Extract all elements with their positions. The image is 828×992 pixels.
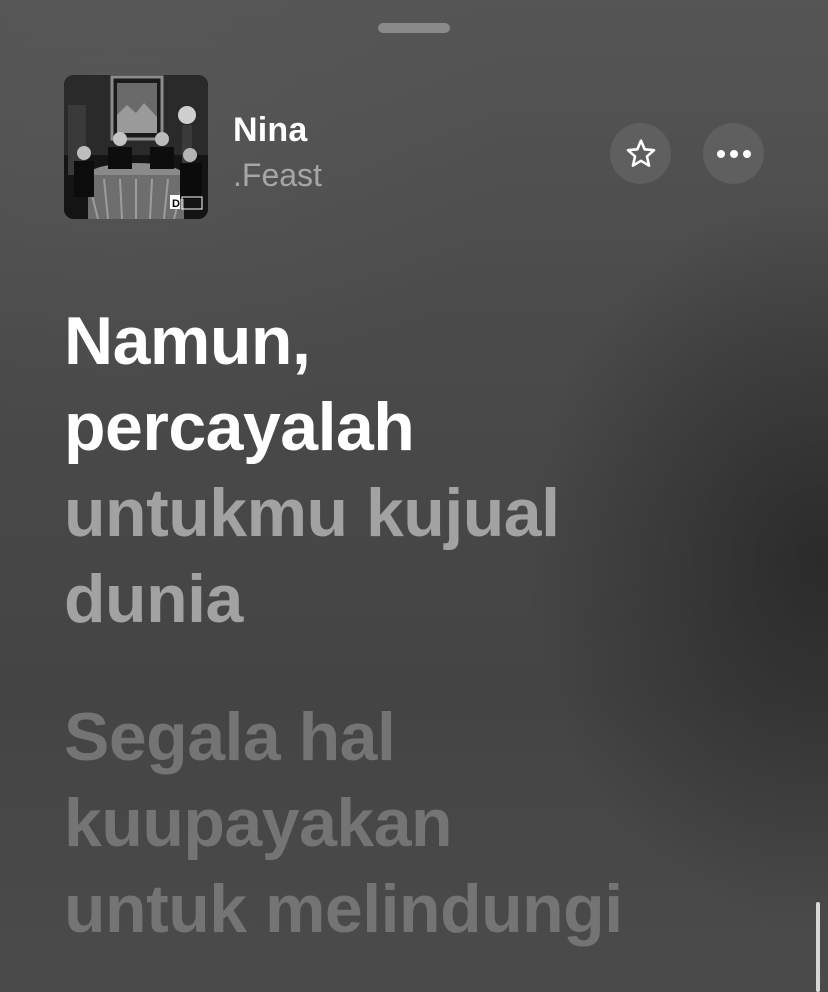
scroll-indicator[interactable] xyxy=(816,902,820,992)
artist-name[interactable]: .Feast xyxy=(233,157,322,194)
lyric-line-next[interactable]: untukmu kujual xyxy=(64,470,764,556)
lyric-stanza-gap xyxy=(64,642,764,694)
lyric-line-later[interactable]: kuupayakan xyxy=(64,780,764,866)
sheet-grabber-handle[interactable] xyxy=(378,23,450,33)
more-options-button[interactable] xyxy=(703,123,764,184)
lyrics-panel[interactable]: Namun, percayalah untukmu kujual dunia S… xyxy=(64,298,764,952)
star-icon xyxy=(626,138,655,167)
lyric-line-next[interactable]: dunia xyxy=(64,556,764,642)
song-title[interactable]: Nina xyxy=(233,111,307,150)
lyric-line-active[interactable]: Namun, xyxy=(64,298,764,384)
lyric-line-later[interactable]: untuk melindungi xyxy=(64,866,764,952)
favorite-button[interactable] xyxy=(610,123,671,184)
lyric-line-active[interactable]: percayalah xyxy=(64,384,764,470)
ellipsis-icon xyxy=(716,149,751,158)
lyric-block-later[interactable]: Segala hal kuupayakan untuk melindungi xyxy=(64,694,764,952)
album-artwork[interactable]: D xyxy=(64,75,208,219)
lyric-block-next[interactable]: untukmu kujual dunia xyxy=(64,470,764,642)
parental-advisory-label: D xyxy=(172,198,180,210)
now-playing-lyrics-screen: D Nina .Feast Namun, percayalah untukmu … xyxy=(0,0,828,992)
lyric-block-active[interactable]: Namun, percayalah xyxy=(64,298,764,470)
now-playing-header: D Nina .Feast xyxy=(64,75,764,219)
album-artwork-image: D xyxy=(64,75,208,219)
lyric-line-later[interactable]: Segala hal xyxy=(64,694,764,780)
